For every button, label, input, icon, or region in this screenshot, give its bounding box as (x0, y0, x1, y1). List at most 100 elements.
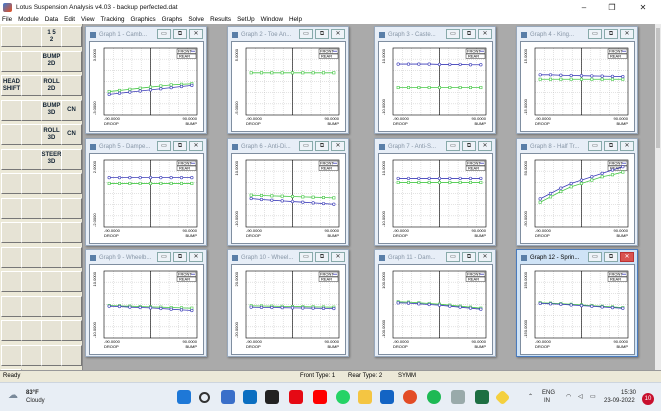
menu-graphics[interactable]: Graphics (130, 16, 155, 23)
toolbar-button-9[interactable] (21, 75, 42, 96)
toolbar-button-50[interactable] (41, 320, 62, 341)
chevron-up-icon[interactable]: ⌃ (528, 393, 533, 400)
graph-window-2[interactable]: Graph 2 - Toe An... ▭ ⧉ ✕ 5.0000 -5.0000 -90.0… (227, 26, 349, 134)
toolbar-button-51[interactable] (61, 320, 82, 341)
graph-title-bar[interactable]: Graph 12 - Sprin... (521, 252, 579, 263)
graph-title-bar[interactable]: Graph 1 - Camb... (90, 29, 147, 40)
graph-close-button[interactable]: ✕ (331, 252, 345, 262)
excel-icon[interactable] (475, 390, 489, 404)
graph-title-bar[interactable]: Graph 4 - King... (521, 29, 574, 40)
menu-data[interactable]: Data (45, 16, 58, 23)
graph-maximize-button[interactable]: ⧉ (462, 29, 476, 39)
start-icon[interactable] (177, 390, 191, 404)
folder-icon[interactable] (358, 390, 372, 404)
graph-minimize-button[interactable]: ▭ (588, 29, 602, 39)
graph-title-bar[interactable]: Graph 6 - Anti-Di... (232, 141, 291, 152)
toolbar-button-29[interactable] (21, 197, 42, 219)
graph-window-5[interactable]: Graph 5 - Dampe... ▭ ⧉ ✕ 2.0000 -2.0000 -90.00… (85, 138, 207, 246)
chat-icon[interactable] (221, 390, 235, 404)
graph-minimize-button[interactable]: ▭ (157, 252, 171, 262)
toolbar-button-38[interactable] (41, 246, 62, 268)
graph-minimize-button[interactable]: ▭ (588, 141, 602, 151)
graph-title-bar[interactable]: Graph 3 - Caste... (379, 29, 436, 40)
graph-maximize-button[interactable]: ⧉ (315, 252, 329, 262)
menu-graphs[interactable]: Graphs (162, 16, 183, 23)
app-icon-gray[interactable] (451, 390, 465, 404)
graph-window-1[interactable]: Graph 1 - Camb... ▭ ⧉ ✕ 3.0000 -3.0000 -90.000… (85, 26, 207, 134)
graph-maximize-button[interactable]: ⧉ (604, 29, 618, 39)
youtube-icon[interactable] (313, 390, 327, 404)
toolbar-button-1[interactable] (21, 26, 42, 47)
toolbar-button-4[interactable] (1, 50, 22, 72)
graph-window-3[interactable]: Graph 3 - Caste... ▭ ⧉ ✕ 10.0000 -10.0000 -90.… (374, 26, 496, 134)
menu-window[interactable]: Window (261, 16, 283, 23)
graph-close-button[interactable]: ✕ (620, 252, 634, 262)
chrome-icon[interactable] (403, 390, 417, 404)
toolbar-button-49[interactable] (21, 320, 42, 341)
graph-close-button[interactable]: ✕ (331, 29, 345, 39)
graph-title-bar[interactable]: Graph 11 - Dam... (379, 252, 436, 263)
menu-view[interactable]: View (81, 16, 95, 23)
graph-title-bar[interactable]: Graph 9 - Wheelb... (90, 252, 151, 263)
toolbar-button-35[interactable] (61, 222, 82, 243)
graph-title-bar[interactable]: Graph 8 - Half Tr... (521, 141, 579, 152)
toolbar-button-55[interactable] (61, 344, 82, 366)
graph-minimize-button[interactable]: ▭ (299, 252, 313, 262)
toolbar-button-23[interactable] (61, 148, 82, 170)
toolbar-button-32[interactable] (1, 222, 22, 243)
menu-results[interactable]: Results (210, 16, 231, 23)
graph-title-bar[interactable]: Graph 2 - Toe An... (232, 29, 291, 40)
scrollbar-thumb[interactable] (656, 28, 660, 148)
toolbar-button-42[interactable] (41, 271, 62, 292)
toolbar-button-39[interactable] (61, 246, 82, 268)
toolbar-button-48[interactable] (1, 320, 22, 341)
toolbar-button-24[interactable] (1, 173, 22, 194)
wifi-icon[interactable]: ◠ (566, 393, 571, 400)
toolbar-button-26[interactable] (41, 173, 62, 194)
graph-close-button[interactable]: ✕ (189, 29, 203, 39)
lang-label[interactable]: ENG (542, 390, 555, 396)
battery-icon[interactable]: ▭ (590, 393, 596, 400)
lotus-taskbar-icon[interactable] (494, 389, 511, 406)
menu-module[interactable]: Module (18, 16, 39, 23)
toolbar-button-45[interactable] (21, 295, 42, 317)
graph-maximize-button[interactable]: ⧉ (173, 141, 187, 151)
toolbar-button-5[interactable] (21, 50, 42, 72)
menu-help[interactable]: Help (289, 16, 302, 23)
graph-close-button[interactable]: ✕ (189, 141, 203, 151)
weather-temp[interactable]: 83°F (26, 390, 39, 396)
vertical-scrollbar[interactable] (655, 24, 661, 370)
toolbar-button-2[interactable]: 1 5 2 (41, 26, 62, 47)
graph-maximize-button[interactable]: ⧉ (315, 29, 329, 39)
graph-maximize-button[interactable]: ⧉ (462, 141, 476, 151)
graph-window-8[interactable]: Graph 8 - Half Tr... ▭ ⧉ ✕ 50.0000 -50.0000 -9… (516, 138, 638, 246)
graph-maximize-button[interactable]: ⧉ (604, 252, 618, 262)
maximize-button[interactable]: ❐ (601, 0, 623, 14)
toolbar-button-33[interactable] (21, 222, 42, 243)
graph-minimize-button[interactable]: ▭ (446, 252, 460, 262)
spotify-icon[interactable] (427, 390, 441, 404)
toolbar-button-13[interactable] (21, 99, 42, 121)
toolbar-button-19[interactable]: CN (61, 124, 82, 145)
toolbar-button-21[interactable] (21, 148, 42, 170)
close-button[interactable]: ✕ (632, 0, 654, 14)
menu-file[interactable]: File (2, 16, 12, 23)
graph-close-button[interactable]: ✕ (478, 141, 492, 151)
toolbar-button-40[interactable] (1, 271, 22, 292)
graph-window-6[interactable]: Graph 6 - Anti-Di... ▭ ⧉ ✕ 10.0000 -10.0000 -9… (227, 138, 349, 246)
graph-minimize-button[interactable]: ▭ (157, 29, 171, 39)
toolbar-button-22[interactable]: STEER 3D (41, 148, 62, 170)
toolbar-button-27[interactable] (61, 173, 82, 194)
whatsapp-icon[interactable] (336, 390, 350, 404)
search-icon[interactable] (199, 392, 210, 403)
toolbar-button-11[interactable] (61, 75, 82, 96)
graph-maximize-button[interactable]: ⧉ (462, 252, 476, 262)
toolbar-button-20[interactable] (1, 148, 22, 170)
toolbar-button-52[interactable] (1, 344, 22, 366)
toolbar-button-34[interactable] (41, 222, 62, 243)
toolbar-button-30[interactable] (41, 197, 62, 219)
toolbar-button-3[interactable] (61, 26, 82, 47)
toolbar-button-0[interactable] (1, 26, 22, 47)
graph-title-bar[interactable]: Graph 5 - Dampe... (90, 141, 150, 152)
graph-close-button[interactable]: ✕ (189, 252, 203, 262)
